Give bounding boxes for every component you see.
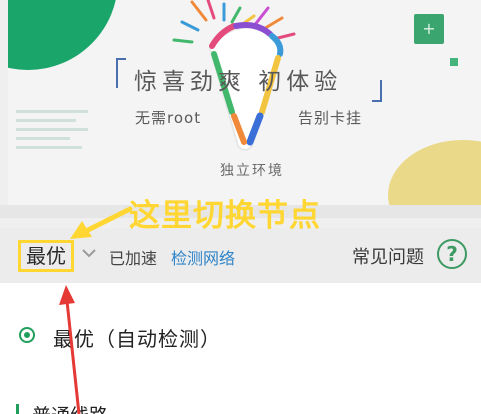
slogan-bracket-left (116, 58, 126, 88)
banner-badge: 独立环境 (220, 163, 284, 179)
node-select-button[interactable]: 最优 (18, 240, 74, 272)
decorative-square (450, 58, 458, 66)
chevron-down-icon[interactable] (80, 244, 98, 262)
banner-tagline-left: 无需root (135, 109, 202, 127)
app-screen: 惊喜劲爽 初体验 无需root 告别卡挂 独立环境 + 最优 已加速 检测网络 … (0, 0, 481, 414)
radio-selected-icon[interactable] (19, 327, 35, 343)
plus-icon: + (422, 19, 436, 38)
decorative-lines (16, 110, 92, 155)
faq-link[interactable]: 常见问题 (352, 243, 424, 269)
plus-button[interactable]: + (414, 14, 444, 44)
acceleration-status: 已加速 (109, 249, 158, 268)
section-marker (16, 404, 19, 414)
banner-slogan: 惊喜劲爽 初体验 (134, 69, 343, 95)
decorative-yellow-circle (388, 140, 481, 205)
annotation-text: 这里切换节点 (129, 198, 321, 234)
slogan-bracket-right (372, 80, 382, 102)
annotation-arrow-icon (70, 206, 133, 239)
detect-network-link[interactable]: 检测网络 (171, 245, 235, 269)
decorative-green-circle (8, 0, 118, 70)
banner-tagline-right: 告别卡挂 (298, 109, 363, 127)
red-arrow-icon (59, 285, 81, 414)
help-icon[interactable]: ? (437, 239, 467, 269)
promo-banner[interactable]: 惊喜劲爽 初体验 无需root 告别卡挂 独立环境 (8, 0, 481, 205)
